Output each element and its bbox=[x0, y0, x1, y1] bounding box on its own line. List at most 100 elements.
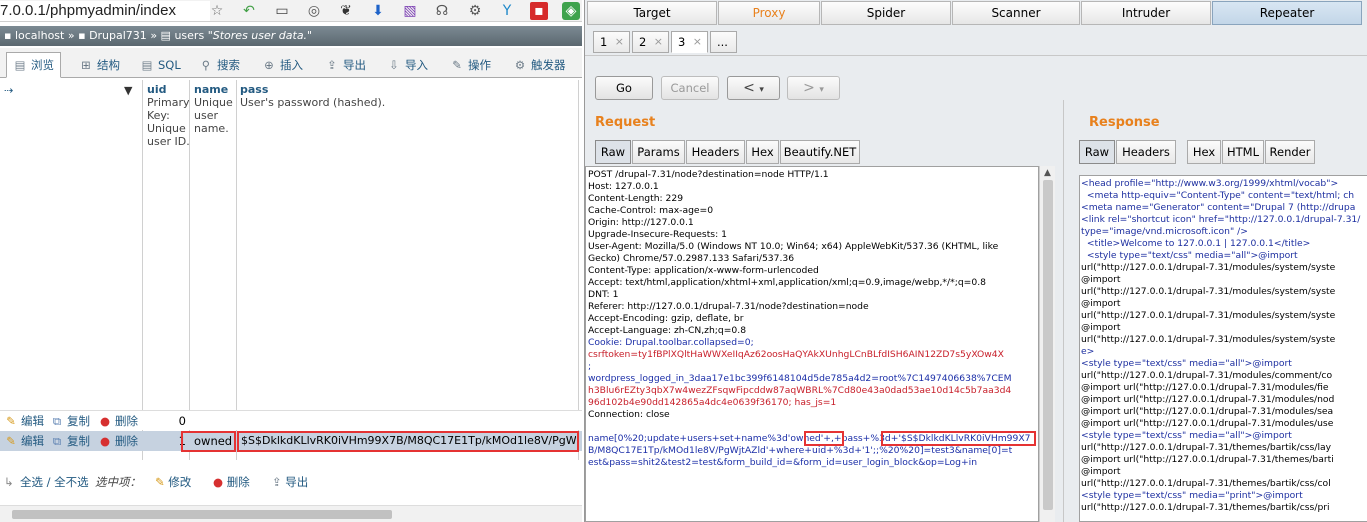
response-viewer[interactable]: <head profile="http://www.w3.org/1999/xh… bbox=[1079, 175, 1367, 522]
request-tab-raw[interactable]: Raw bbox=[595, 140, 631, 164]
tab-intruder[interactable]: Intruder bbox=[1081, 1, 1211, 25]
ring-extension-icon[interactable]: ☊ bbox=[433, 2, 451, 20]
back-button[interactable]: < ▾ bbox=[727, 76, 780, 100]
panel-splitter[interactable] bbox=[1063, 100, 1071, 522]
row-copy-button[interactable]: ⧉ 复制 bbox=[50, 431, 90, 451]
response-title: Response bbox=[1089, 115, 1160, 130]
response-tab-render[interactable]: Render bbox=[1265, 140, 1315, 164]
bulk-export-button[interactable]: ⇪ 导出 bbox=[272, 470, 308, 494]
response-line: @import url("http://127.0.0.1/drupal-7.3… bbox=[1081, 394, 1335, 405]
breadcrumb-database[interactable]: Drupal731 bbox=[89, 29, 147, 42]
evernote-extension-icon[interactable]: ❦ bbox=[337, 2, 355, 20]
star-icon[interactable]: ☆ bbox=[208, 2, 226, 20]
reload-extension-icon[interactable]: ↶ bbox=[240, 2, 258, 20]
chevron-down-icon: ▾ bbox=[759, 85, 764, 95]
tab-browse[interactable]: ▤ 浏览 bbox=[6, 52, 61, 78]
request-tab-params[interactable]: Params bbox=[632, 140, 685, 164]
scroll-up-icon[interactable]: ▲ bbox=[1044, 168, 1051, 178]
tab-repeater[interactable]: Repeater bbox=[1212, 1, 1362, 25]
y-extension-icon[interactable]: Y bbox=[498, 2, 516, 20]
row-copy-button[interactable]: ⧉ 复制 bbox=[50, 411, 90, 431]
delete-icon: ● bbox=[213, 475, 224, 489]
tab-search[interactable]: ⚲ 搜索 bbox=[192, 52, 247, 78]
request-line: B/M8QC17E1Tp/kMOd1le8V/PgWjtAZld'+where+… bbox=[588, 445, 1013, 456]
circle-extension-icon[interactable]: ◎ bbox=[305, 2, 323, 20]
request-line: POST /drupal-7.31/node?destination=node … bbox=[588, 169, 829, 180]
column-name[interactable]: name bbox=[194, 83, 228, 96]
response-tab-hex[interactable]: Hex bbox=[1187, 140, 1221, 164]
column-options-arrows[interactable]: ⇢ bbox=[4, 84, 13, 97]
tab-sql[interactable]: ▤ SQL bbox=[133, 52, 188, 78]
request-scrollbar[interactable]: ▲ bbox=[1039, 166, 1055, 522]
tab-target[interactable]: Target bbox=[587, 1, 717, 25]
repeater-tab-2[interactable]: 2 × bbox=[632, 31, 669, 53]
tab-insert[interactable]: ⊕ 插入 bbox=[255, 52, 310, 78]
tab-triggers[interactable]: ⚙ 触发器 bbox=[506, 52, 573, 78]
column-header-name[interactable]: name Unique user name. bbox=[194, 83, 233, 135]
highlight-box-owned bbox=[804, 431, 844, 446]
laptop-extension-icon[interactable]: ▭ bbox=[273, 2, 291, 20]
response-line: type="image/vnd.microsoft.icon" /> bbox=[1081, 226, 1248, 237]
scrollbar-thumb[interactable] bbox=[12, 510, 392, 519]
breadcrumb-server[interactable]: localhost bbox=[15, 29, 64, 42]
column-header-uid[interactable]: uid Primary Key: Unique user ID. bbox=[147, 83, 190, 148]
request-tab-hex[interactable]: Hex bbox=[746, 140, 779, 164]
tab-proxy[interactable]: Proxy bbox=[718, 1, 820, 25]
cell-uid[interactable]: 0 bbox=[170, 411, 186, 431]
import-icon: ⇩ bbox=[389, 58, 399, 72]
tab-spider[interactable]: Spider bbox=[821, 1, 951, 25]
row-delete-button[interactable]: ● 删除 bbox=[98, 411, 138, 431]
download-extension-icon[interactable]: ⬇ bbox=[369, 2, 387, 20]
row-delete-button[interactable]: ● 删除 bbox=[98, 431, 138, 451]
response-tab-html[interactable]: HTML bbox=[1222, 140, 1264, 164]
purple-extension-icon[interactable]: ▧ bbox=[401, 2, 419, 20]
repeater-tab-3[interactable]: 3 × bbox=[671, 31, 708, 53]
green-extension-icon[interactable]: ◈ bbox=[562, 2, 580, 20]
go-button[interactable]: Go bbox=[595, 76, 653, 100]
tab-import[interactable]: ⇩ 导入 bbox=[380, 52, 435, 78]
table-comment: "Stores user data." bbox=[207, 29, 313, 42]
bulk-delete-button[interactable]: ● 删除 bbox=[213, 470, 250, 494]
column-header-pass[interactable]: pass User's password (hashed). bbox=[240, 83, 385, 109]
response-line: e> bbox=[1081, 346, 1095, 357]
forward-button[interactable]: > ▾ bbox=[787, 76, 840, 100]
tools-extension-icon[interactable]: ⚙ bbox=[466, 2, 484, 20]
tab-export[interactable]: ⇪ 导出 bbox=[318, 52, 373, 78]
red-extension-icon[interactable]: ▪ bbox=[530, 2, 548, 20]
select-all-link[interactable]: 全选 / 全不选 bbox=[20, 470, 89, 494]
tab-operations[interactable]: ✎ 操作 bbox=[443, 52, 498, 78]
close-icon[interactable]: × bbox=[693, 32, 702, 52]
request-editor[interactable]: POST /drupal-7.31/node?destination=node … bbox=[585, 166, 1039, 522]
burp-suite-window: Target Proxy Spider Scanner Intruder Rep… bbox=[584, 0, 1367, 522]
tab-scanner[interactable]: Scanner bbox=[952, 1, 1080, 25]
tab-label: 搜索 bbox=[217, 58, 240, 72]
cancel-button[interactable]: Cancel bbox=[661, 76, 719, 100]
response-text[interactable]: <head profile="http://www.w3.org/1999/xh… bbox=[1081, 178, 1360, 514]
forward-arrow-icon: > bbox=[803, 80, 815, 96]
breadcrumb-table[interactable]: users bbox=[174, 29, 204, 42]
response-line: @import bbox=[1081, 274, 1121, 285]
row-edit-button[interactable]: ✎ 编辑 bbox=[4, 411, 44, 431]
response-line: <link rel="shortcut icon" href="http://1… bbox=[1081, 214, 1361, 225]
row-edit-button[interactable]: ✎ 编辑 bbox=[4, 431, 44, 451]
close-icon[interactable]: × bbox=[615, 32, 624, 52]
close-icon[interactable]: × bbox=[654, 32, 663, 52]
request-text[interactable]: POST /drupal-7.31/node?destination=node … bbox=[588, 169, 1031, 469]
response-tab-headers[interactable]: Headers bbox=[1116, 140, 1176, 164]
request-tab-beautify[interactable]: Beautify.NET bbox=[780, 140, 860, 164]
tab-structure[interactable]: ⊞ 结构 bbox=[72, 52, 127, 78]
sql-icon: ▤ bbox=[141, 58, 153, 72]
highlight-box-name bbox=[181, 431, 236, 452]
column-name[interactable]: uid bbox=[147, 83, 166, 96]
repeater-tab-new[interactable]: ... bbox=[710, 31, 737, 53]
horizontal-scrollbar[interactable] bbox=[0, 505, 582, 522]
highlight-box-hash bbox=[881, 431, 1036, 446]
response-tab-raw[interactable]: Raw bbox=[1079, 140, 1115, 164]
sort-dropdown-icon[interactable]: ▼ bbox=[124, 84, 132, 97]
request-tab-headers[interactable]: Headers bbox=[686, 140, 745, 164]
address-bar[interactable]: 7.0.0.1/phpmyadmin/index bbox=[0, 1, 210, 21]
scrollbar-thumb[interactable] bbox=[1043, 180, 1053, 510]
repeater-tab-1[interactable]: 1 × bbox=[593, 31, 630, 53]
bulk-edit-button[interactable]: ✎ 修改 bbox=[155, 470, 191, 494]
column-name[interactable]: pass bbox=[240, 83, 268, 96]
